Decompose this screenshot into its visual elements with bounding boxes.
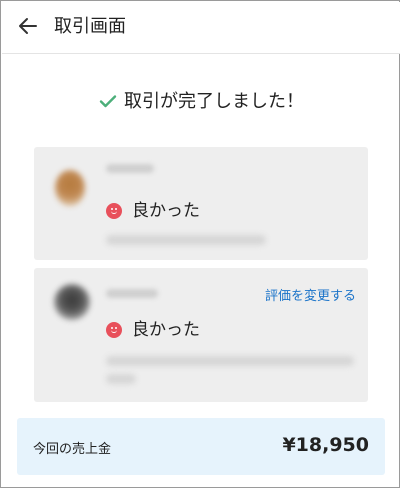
app-header: 取引画面 xyxy=(2,2,400,54)
sales-amount: ¥18,950 xyxy=(282,434,369,456)
back-arrow-icon[interactable] xyxy=(16,14,40,38)
review-card-seller: 評価を変更する 良かった xyxy=(34,268,368,402)
blurred-comment xyxy=(106,374,136,384)
completion-message: 取引が完了しました！ xyxy=(1,90,400,114)
blurred-comment xyxy=(106,235,266,245)
rating: 良かった xyxy=(106,319,200,341)
smile-face-icon xyxy=(106,203,122,219)
page-title: 取引画面 xyxy=(54,16,126,37)
screen: 取引画面 取引が完了しました！ 良かった 評価を変更する 良かった 今回の売上金… xyxy=(0,0,400,488)
review-card-buyer: 良かった xyxy=(34,147,368,260)
avatar xyxy=(54,284,90,320)
blurred-username xyxy=(106,289,158,298)
rating: 良かった xyxy=(106,200,200,222)
smile-face-icon xyxy=(106,322,122,338)
rating-label: 良かった xyxy=(132,320,200,340)
sales-label: 今回の売上金 xyxy=(33,442,112,457)
change-rating-link[interactable]: 評価を変更する xyxy=(265,285,356,304)
avatar xyxy=(55,170,85,206)
blurred-comment xyxy=(106,356,354,366)
rating-label: 良かった xyxy=(132,201,200,221)
sales-summary: 今回の売上金 ¥18,950 xyxy=(17,418,385,475)
blurred-username xyxy=(106,164,154,173)
completion-text: 取引が完了しました！ xyxy=(124,91,304,112)
check-icon xyxy=(99,94,117,107)
